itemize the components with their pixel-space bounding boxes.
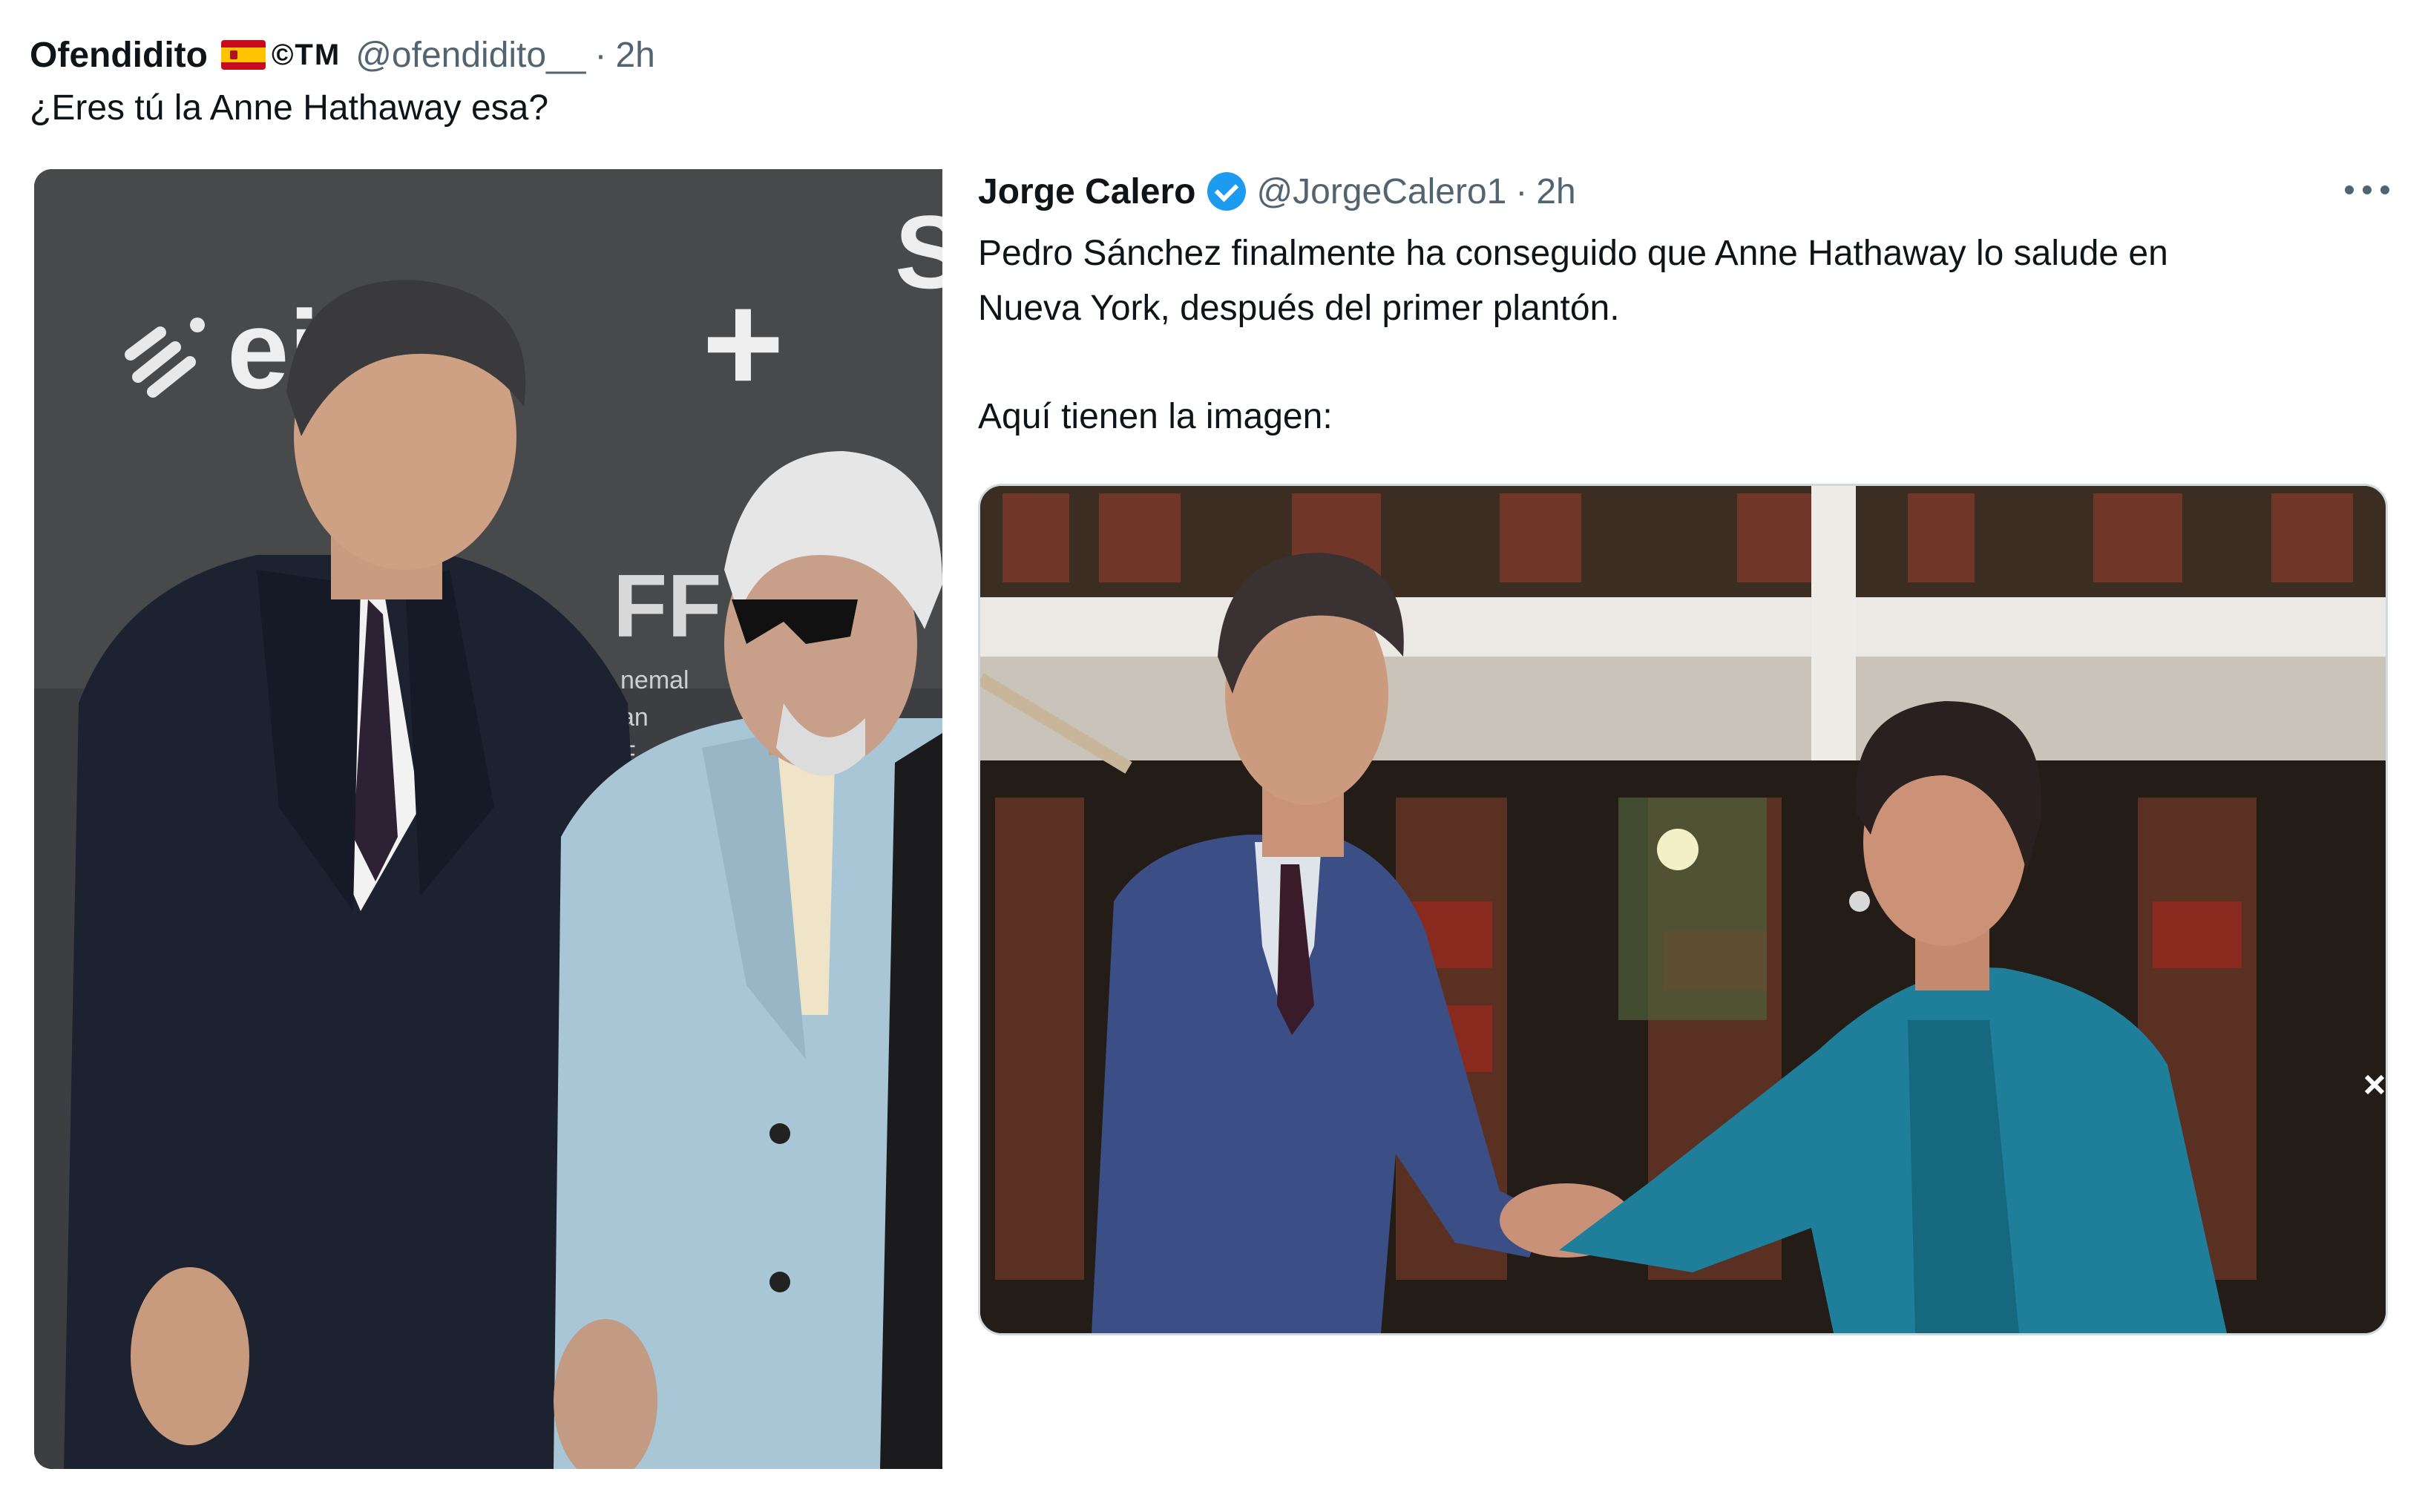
quoted-text-line-3: Aquí tienen la imagen: xyxy=(978,397,1333,436)
quoted-text-line-1: Pedro Sánchez finalmente ha conseguido q… xyxy=(978,234,2168,273)
backdrop-sign-text: FF xyxy=(613,556,722,656)
outer-tweet-text: ¿Eres tú la Anne Hathaway esa? xyxy=(30,88,549,128)
outer-separator: · xyxy=(594,35,607,75)
photo-two-men-red-carpet: eitb + S FF nemal an F xyxy=(34,169,942,1469)
backdrop-plus: + xyxy=(702,265,784,422)
quoted-tweet-photo[interactable] xyxy=(978,484,2388,1335)
backdrop-corner-letter: S xyxy=(895,194,942,310)
outer-author-handle[interactable]: @ofendidito__ xyxy=(355,35,585,76)
quoted-tweet-header: Jorge Calero @JorgeCalero1 · 2h xyxy=(978,165,1576,218)
verified-badge-icon xyxy=(1207,172,1247,211)
outer-author-badge: ©TM xyxy=(271,38,341,71)
photo-handshake-library xyxy=(980,486,2386,1333)
quoted-timestamp[interactable]: 2h xyxy=(1536,171,1575,212)
quoted-text-line-2: Nueva York, después del primer plantón. xyxy=(978,289,1620,328)
spain-flag-icon xyxy=(220,40,266,70)
quoted-separator: · xyxy=(1515,171,1528,211)
outer-tweet-photo[interactable]: eitb + S FF nemal an F xyxy=(34,169,942,1469)
quoted-author-name[interactable]: Jorge Calero xyxy=(978,171,1195,212)
outer-timestamp[interactable]: 2h xyxy=(615,35,654,76)
quoted-author-handle[interactable]: @JorgeCalero1 xyxy=(1256,171,1506,212)
backdrop-small-1: nemal xyxy=(620,666,689,694)
outer-tweet-header: Ofendidito ©TM @ofendidito__ · 2h xyxy=(30,28,655,82)
more-options-icon[interactable] xyxy=(2345,174,2389,206)
outer-author-name[interactable]: Ofendidito xyxy=(30,35,208,76)
